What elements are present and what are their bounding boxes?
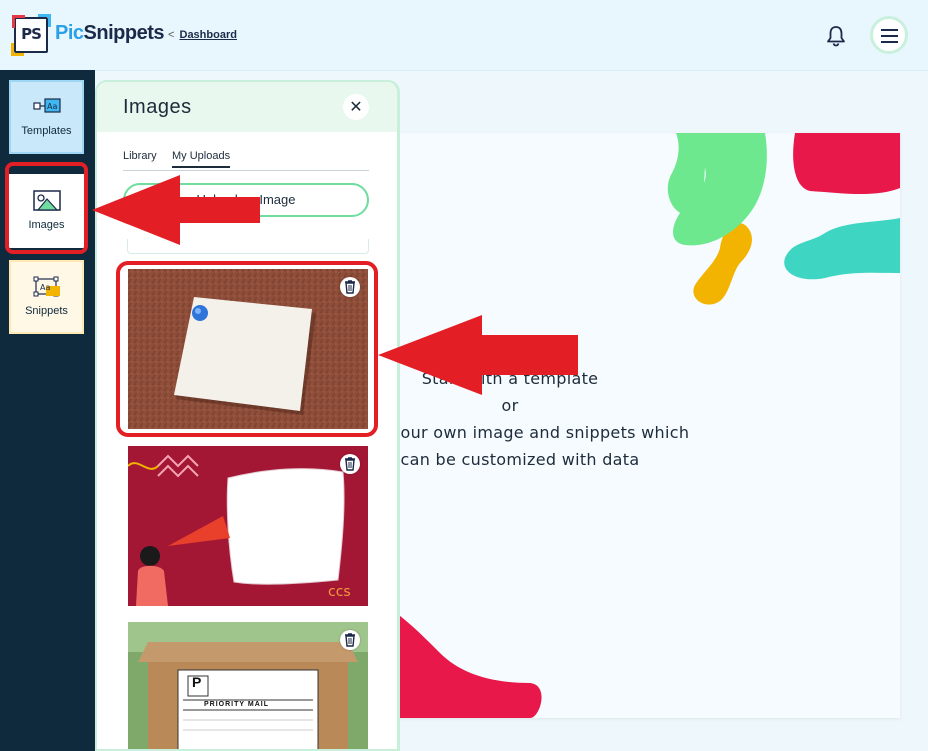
trash-icon[interactable] — [340, 454, 360, 474]
upload-thumbnail-megaphone[interactable]: ccs — [128, 446, 368, 606]
tab-library[interactable]: Library — [123, 150, 157, 162]
breadcrumb: < Dashboard — [168, 29, 237, 41]
panel-header: Images ✕ — [97, 82, 397, 132]
top-header: PS PicSnippets < Dashboard — [0, 0, 928, 71]
annotation-arrow-left-icon — [378, 315, 578, 395]
breadcrumb-dashboard-link[interactable]: Dashboard — [180, 29, 237, 41]
annotation-highlight-thumbnail — [116, 261, 378, 437]
canvas-instruction-line3: your own image and snippets which — [390, 423, 690, 442]
svg-text:ccs: ccs — [328, 584, 351, 600]
sidebar-item-label: Templates — [21, 125, 72, 137]
hamburger-line — [881, 41, 898, 43]
brand-part-snippets: Snippets — [83, 22, 165, 44]
priority-mail-label: PRIORITY MAIL — [204, 701, 269, 708]
brand-name[interactable]: PicSnippets — [55, 22, 164, 45]
priority-mail-box-image — [128, 622, 368, 749]
canvas-instruction-line2: or — [501, 396, 519, 415]
logo-icon[interactable]: PS — [11, 14, 51, 56]
priority-letter: P — [192, 674, 202, 690]
upload-thumbnail-priority-mail[interactable]: P PRIORITY MAIL — [128, 622, 368, 749]
megaphone-woman-banner-image: ccs — [128, 446, 368, 606]
sidebar-item-label: Snippets — [25, 305, 68, 317]
annotation-highlight-images — [5, 162, 88, 254]
svg-text:Aa: Aa — [40, 283, 50, 292]
canvas-instruction-line4: can be customized with data — [400, 450, 640, 469]
svg-text:Aa: Aa — [47, 102, 57, 111]
panel-title: Images — [123, 96, 192, 118]
hamburger-line — [881, 35, 898, 37]
panel-tabs: Library My Uploads — [123, 150, 369, 171]
logo-text: PS — [21, 25, 42, 43]
hamburger-menu-button[interactable] — [870, 16, 908, 54]
chevron-left-icon: < — [168, 29, 175, 41]
template-icon: Aa — [33, 98, 61, 113]
annotation-arrow-left-icon — [92, 175, 260, 245]
bell-icon[interactable] — [824, 24, 848, 48]
brand-part-pic: Pic — [55, 22, 84, 44]
close-icon[interactable]: ✕ — [343, 94, 369, 120]
sidebar-item-snippets[interactable]: Aa Snippets — [9, 260, 84, 334]
sidebar-item-templates[interactable]: Aa Templates — [9, 80, 84, 154]
hamburger-line — [881, 29, 898, 31]
trash-icon[interactable] — [340, 630, 360, 650]
tab-my-uploads[interactable]: My Uploads — [172, 150, 231, 168]
snippet-icon: Aa — [33, 276, 60, 297]
